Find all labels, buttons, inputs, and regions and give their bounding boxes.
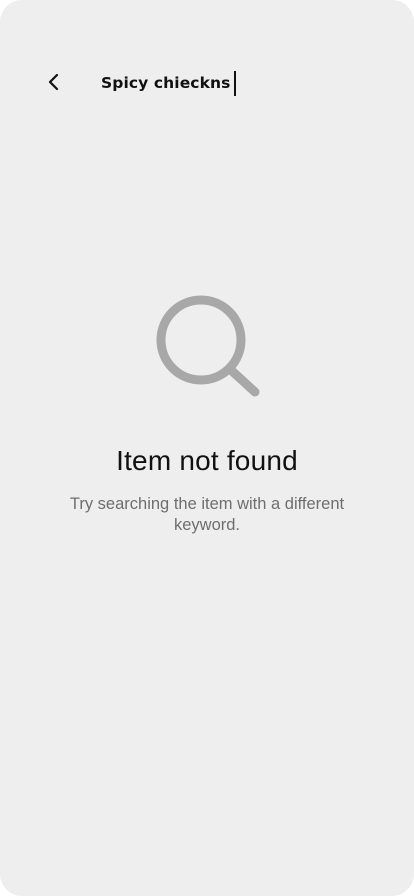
text-cursor xyxy=(234,70,236,96)
search-icon xyxy=(156,295,260,397)
chevron-left-icon xyxy=(48,73,59,91)
empty-state-subtitle: Try searching the item with a different … xyxy=(69,495,345,534)
empty-state-title: Item not found xyxy=(116,445,298,476)
search-bar: Spicy chieckns xyxy=(0,62,414,106)
search-input[interactable]: Spicy chieckns xyxy=(101,70,236,96)
search-query-text: Spicy chieckns xyxy=(101,74,231,92)
search-results-screen: Spicy chieckns Item not found Try search… xyxy=(0,0,414,896)
back-button[interactable] xyxy=(36,62,72,102)
